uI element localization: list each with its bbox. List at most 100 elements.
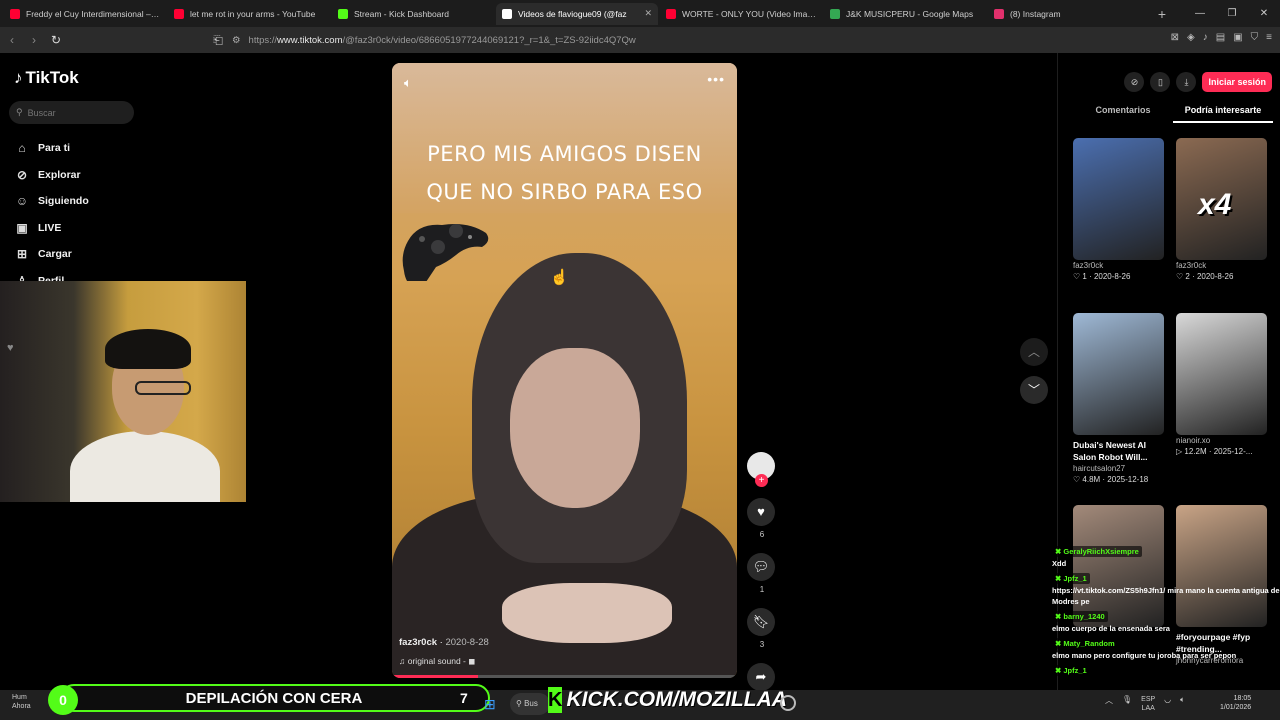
coins-icon[interactable]: ⊘: [1124, 72, 1145, 92]
card-stats: ♡ 4.8M · 2025-12-18: [1073, 475, 1149, 484]
windows-start-icon[interactable]: ⊞: [484, 696, 496, 713]
suggested-video-card[interactable]: x4 faz3r0ck ♡ 2 · 2020-8-26: [1176, 138, 1267, 281]
shield-icon[interactable]: ⛉: [1251, 32, 1259, 43]
url-prefix: https://: [248, 34, 278, 46]
next-video-button[interactable]: ﹀: [1020, 376, 1048, 404]
browser-tab[interactable]: Videos de flaviogue09 (@faz ✕: [496, 2, 658, 25]
taskbar-clock[interactable]: 18:05 1/01/2026: [1220, 694, 1251, 712]
download-icon[interactable]: ⤓: [1176, 72, 1197, 92]
login-button[interactable]: Iniciar sesión: [1202, 72, 1272, 92]
close-window-icon[interactable]: ✕: [1248, 8, 1280, 19]
person-face: [510, 348, 640, 508]
upload-icon: ⊞: [16, 247, 28, 262]
url-path: /@faz3r0ck/video/6866051977244069121?_r=…: [342, 34, 636, 46]
kick-badge-icon: ✖: [1055, 612, 1062, 621]
clock-date: 1/01/2026: [1220, 704, 1252, 711]
maximize-icon[interactable]: ❐: [1216, 8, 1248, 19]
search-input[interactable]: [27, 107, 118, 118]
suggested-video-card[interactable]: faz3r0ck ♡ 1 · 2020-8-26: [1073, 138, 1164, 281]
card-title[interactable]: Dubai's Newest AI Salon Robot Will...: [1073, 439, 1164, 463]
browser-tab[interactable]: WORTE - ONLY YOU (Video Imagen): [660, 3, 822, 25]
browser-tab[interactable]: Freddy el Cuy Interdimensional – Esp: [4, 3, 166, 25]
menu-item-cargar[interactable]: ⊞ Cargar: [14, 241, 89, 268]
weather-widget[interactable]: Hum Ahora: [12, 693, 31, 711]
video-date: 2020-8-28: [445, 637, 489, 648]
minimize-icon[interactable]: —: [1184, 8, 1216, 19]
suggested-video-card[interactable]: nianoir.xo ▷ 12.2M · 2025-12-...: [1176, 313, 1267, 456]
video-thumbnail[interactable]: [1176, 313, 1267, 435]
compass-icon: ⊘: [16, 167, 28, 182]
video-thumbnail[interactable]: x4: [1176, 138, 1267, 260]
mic-icon[interactable]: 🎙︎: [1122, 695, 1132, 713]
menu-item-siguiendo[interactable]: ☺ Siguiendo: [14, 188, 89, 215]
wallet-icon[interactable]: ▣: [1233, 32, 1242, 43]
menu-item-explorar[interactable]: ⊘ Explorar: [14, 162, 89, 189]
taskbar-search-label: Bus: [524, 699, 538, 708]
site-settings-icon[interactable]: ⚙: [232, 35, 241, 46]
person-hands: [502, 583, 672, 643]
bookmark-icon: 🔖︎: [752, 614, 770, 629]
close-tab-icon[interactable]: ✕: [644, 8, 652, 19]
video-progress-fill: [392, 675, 479, 678]
tab-title: WORTE - ONLY YOU (Video Imagen): [682, 8, 816, 19]
more-options-icon[interactable]: •••: [707, 71, 725, 87]
previous-video-button[interactable]: ︿: [1020, 338, 1048, 366]
extension-icon[interactable]: ♪: [1203, 32, 1208, 43]
tab-suggested[interactable]: Podría interesarte: [1173, 101, 1273, 123]
comment-button[interactable]: 💬︎: [747, 553, 775, 581]
video-thumbnail[interactable]: [1073, 138, 1164, 260]
menu-item-para-ti[interactable]: ⌂ Para ti: [14, 135, 89, 162]
url-field[interactable]: ⚙ https://www.tiktok.com/@faz3r0ck/video…: [232, 30, 952, 50]
sound-label: original sound -: [407, 656, 466, 666]
bookmark-icon[interactable]: ⎗: [208, 33, 228, 48]
browser-tab[interactable]: (8) Instagram: [988, 3, 1150, 25]
stream-chat-overlay: ✖ GeralyRiichXsiempre Xdd ✖ Jpfz_1 https://…: [1052, 545, 1280, 677]
taskbar-search[interactable]: ⚲ Bus: [510, 693, 550, 715]
author-avatar[interactable]: +: [747, 452, 775, 487]
search-icon: ⚲: [16, 107, 23, 117]
search-box[interactable]: ⚲: [9, 101, 134, 124]
extension-icon[interactable]: ◈: [1187, 32, 1195, 43]
forward-icon[interactable]: ›: [24, 33, 44, 47]
tray-arrow-icon[interactable]: ︿: [1105, 695, 1113, 713]
video-progress-bar[interactable]: [392, 675, 737, 678]
save-button[interactable]: 🔖︎: [747, 608, 775, 636]
phone-icon[interactable]: ▯: [1150, 72, 1171, 92]
video-thumbnail[interactable]: [1073, 313, 1164, 435]
reload-icon[interactable]: ↻: [46, 33, 66, 47]
chat-text: https://vt.tiktok.com/ZS5h9Jfn1/ mira ma…: [1052, 586, 1280, 606]
wifi-icon[interactable]: ◡: [1164, 695, 1171, 713]
volume-icon[interactable]: 🔈︎: [404, 75, 412, 91]
tiktok-logo[interactable]: ♪ TikTok: [14, 68, 79, 88]
sidebar-icon[interactable]: ▤: [1216, 32, 1225, 43]
new-tab-button[interactable]: +: [1152, 6, 1172, 22]
video-author[interactable]: faz3r0ck: [399, 637, 437, 648]
browser-tab[interactable]: let me rot in your arms - YouTube: [168, 3, 330, 25]
extension-icon[interactable]: ⊠: [1171, 32, 1179, 43]
language-indicator[interactable]: ESP LAA: [1141, 695, 1155, 713]
like-button[interactable]: ♥: [747, 498, 775, 526]
menu-item-label: Cargar: [38, 248, 72, 261]
menu-icon[interactable]: ≡: [1266, 32, 1272, 43]
kick-badge-icon: ✖: [1055, 639, 1062, 648]
follow-plus-icon[interactable]: +: [755, 474, 768, 487]
menu-item-live[interactable]: ▣ LIVE: [14, 215, 89, 242]
card-author[interactable]: nianoir.xo: [1176, 436, 1267, 445]
card-author[interactable]: haircutsalon27: [1073, 464, 1164, 473]
suggested-video-card[interactable]: Dubai's Newest AI Salon Robot Will... hai…: [1073, 313, 1164, 484]
browser-tab[interactable]: Stream - Kick Dashboard: [332, 3, 494, 25]
card-author[interactable]: faz3r0ck: [1176, 261, 1267, 270]
chat-username-text: GeralyRiichXsiempre: [1063, 547, 1139, 556]
browser-tab[interactable]: J&K MUSICPERU - Google Maps: [824, 3, 986, 25]
back-icon[interactable]: ‹: [2, 33, 22, 47]
comment-count: 1: [759, 585, 765, 594]
video-sound[interactable]: ♫ original sound - ◼: [399, 656, 489, 667]
video-actions: + ♥ 6 💬︎ 1 🔖︎ 3 ➦ 3: [747, 452, 777, 704]
tab-favicon-icon: [830, 8, 840, 19]
chat-text: Xdd: [1052, 559, 1067, 568]
video-player[interactable]: PERO MIS AMIGOS DISEN QUE NO SIRBO PARA …: [392, 63, 737, 678]
tab-comments[interactable]: Comentarios: [1073, 101, 1173, 123]
card-author[interactable]: faz3r0ck: [1073, 261, 1164, 270]
tab-title: Freddy el Cuy Interdimensional – Esp: [26, 8, 160, 19]
speaker-icon[interactable]: 🔈︎: [1180, 695, 1185, 713]
